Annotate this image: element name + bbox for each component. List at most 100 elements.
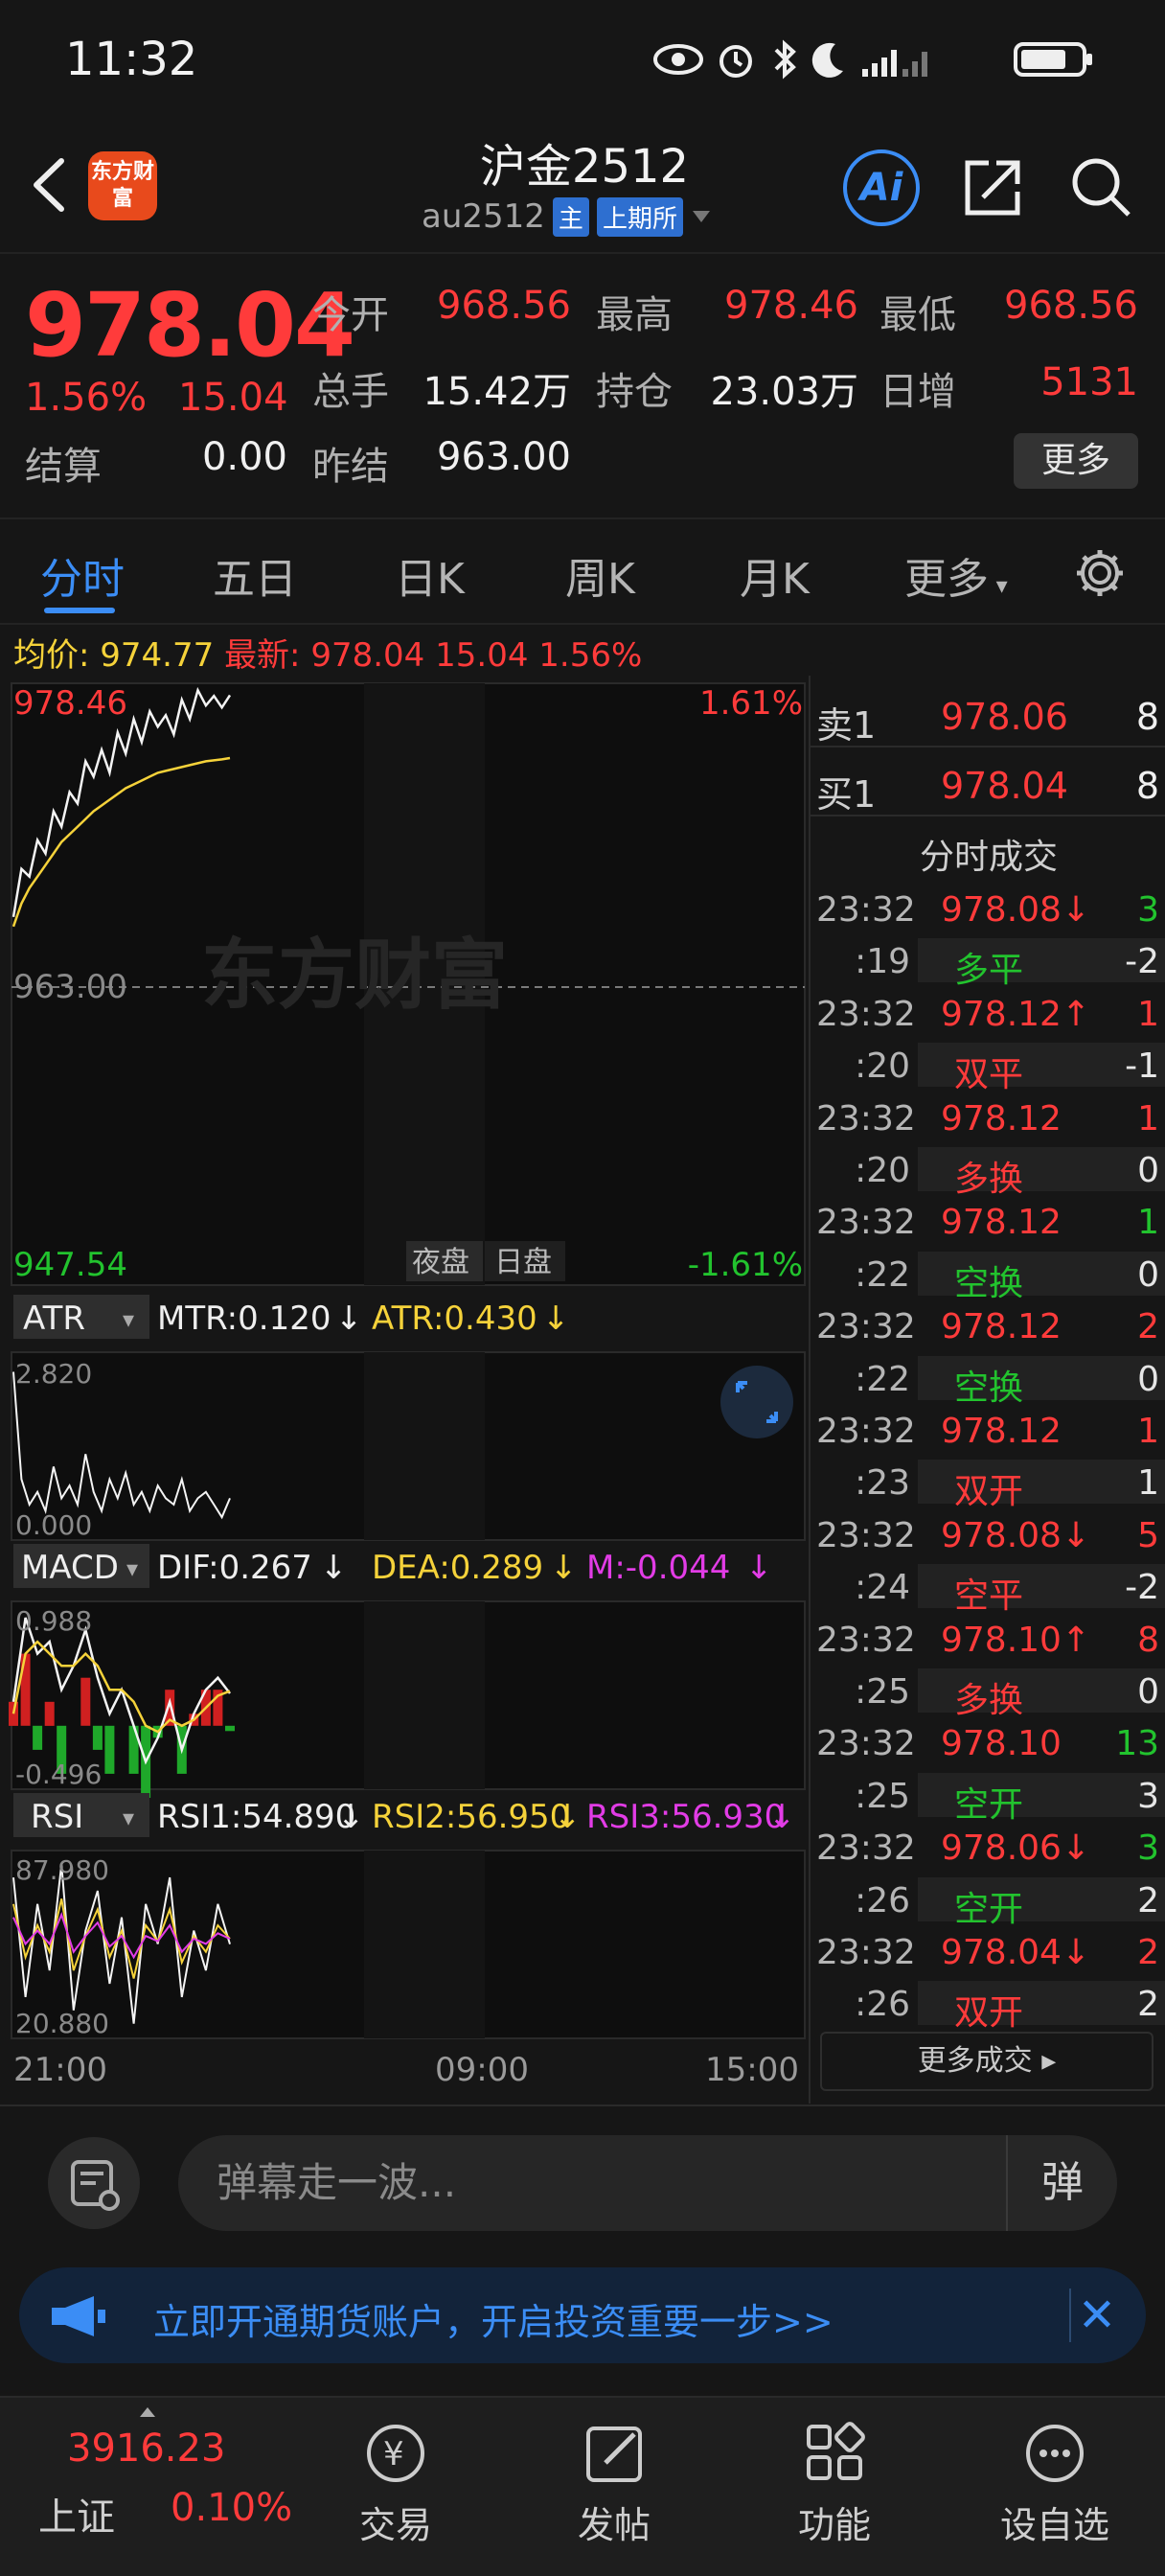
- trade-row: :25 空开 3: [811, 1769, 1165, 1825]
- high-label: 最高: [596, 293, 673, 337]
- avg-price-value: 974.77: [100, 636, 215, 675]
- trade-qty: 2: [1137, 1307, 1159, 1347]
- back-arrow-icon[interactable]: [23, 151, 80, 218]
- caret-down-icon: ▾: [989, 572, 1008, 599]
- nav-trade-label: 交易: [358, 2504, 432, 2546]
- trade-row: 23:32 978.10↑ 8: [811, 1613, 1165, 1665]
- trade-price: 978.06↓: [941, 1828, 1091, 1869]
- nav-add-watchlist[interactable]: 设自选: [983, 2415, 1127, 2548]
- open-value: 968.56: [437, 284, 571, 328]
- trade-row: 23:32 978.12 1: [811, 1195, 1165, 1247]
- danmu-input[interactable]: 弹幕走一波...: [178, 2135, 1117, 2231]
- trade-price: 多平: [954, 951, 1024, 991]
- trade-qty: 2: [1137, 1933, 1159, 1972]
- latest-label: 最新:: [224, 636, 301, 675]
- tab-intraday[interactable]: 分时: [40, 544, 125, 606]
- status-time: 11:32: [65, 33, 198, 86]
- arrow-down-icon: ↓: [335, 1300, 363, 1338]
- order-book-panel: 卖1 978.06 8 买1 978.04 8 分时成交 23:32 978.08…: [809, 676, 1165, 2104]
- megaphone-icon: [52, 2296, 105, 2336]
- index-change: 0.10%: [171, 2486, 293, 2530]
- trade-row: :24 空平 -2: [811, 1560, 1165, 1616]
- tab-more[interactable]: 更多 ▾: [904, 544, 1008, 606]
- danmu-toggle-button[interactable]: 弹: [1006, 2135, 1117, 2231]
- daily-increase-label: 日增: [879, 370, 956, 414]
- nav-functions[interactable]: 功能: [763, 2415, 906, 2548]
- tab-monthly-k[interactable]: 月K: [740, 544, 810, 606]
- main-tag: 主: [552, 196, 589, 237]
- caret-down-icon: [692, 211, 710, 222]
- trade-time: :23: [855, 1463, 910, 1504]
- trade-qty: 8: [1137, 1620, 1159, 1660]
- trade-price: 978.12: [941, 1098, 1062, 1138]
- more-trades-button[interactable]: 更多成交 ▸: [820, 2032, 1154, 2091]
- trade-qty: -1: [1125, 1046, 1159, 1087]
- macd-bar: [80, 1677, 91, 1726]
- volume-value: 15.42万: [423, 370, 571, 414]
- trade-time: 23:32: [816, 1307, 916, 1347]
- low-value: 968.56: [1004, 284, 1138, 328]
- avg-price-label: 均价:: [13, 636, 90, 675]
- rsi-bottom-label: 20.880: [15, 2008, 109, 2039]
- last-price: 978.04: [25, 274, 355, 377]
- ai-button[interactable]: Ai: [843, 150, 920, 226]
- close-icon[interactable]: ✕: [1069, 2288, 1123, 2342]
- trade-time: :20: [855, 1046, 910, 1087]
- trade-row: 23:32 978.12 1: [811, 1404, 1165, 1456]
- contract-subtitle[interactable]: au2512 主 上期所: [422, 196, 747, 238]
- nav-functions-label: 功能: [797, 2504, 871, 2546]
- trade-time: 23:32: [816, 994, 916, 1034]
- trade-price: 双平: [954, 1055, 1024, 1095]
- trades-title: 分时成交: [919, 838, 1058, 877]
- more-quote-button[interactable]: 更多: [1014, 433, 1138, 489]
- promo-banner[interactable]: 立即开通期货账户，开启投资重要一步>> ✕: [19, 2267, 1146, 2363]
- more-dots-icon: [1026, 2425, 1084, 2482]
- eye-icon: [653, 44, 703, 75]
- trade-row: :23 双开 1: [811, 1456, 1165, 1511]
- macd-name: MACD: [21, 1549, 119, 1587]
- tab-daily-k[interactable]: 日K: [395, 544, 465, 606]
- gear-icon[interactable]: [1071, 544, 1129, 602]
- macd-bar: [9, 1701, 18, 1726]
- x-tick-label: 15:00: [705, 2051, 799, 2089]
- search-icon[interactable]: [1067, 153, 1134, 220]
- trade-row: :22 空换 0: [811, 1248, 1165, 1303]
- trade-qty: 0: [1137, 1672, 1159, 1712]
- open-interest-value: 23.03万: [710, 370, 858, 414]
- nav-post[interactable]: 发帖: [542, 2415, 686, 2548]
- sell-1-price: 978.06: [941, 696, 1068, 738]
- macd-night-shade: [364, 1601, 485, 1789]
- active-tab-indicator: [44, 608, 115, 613]
- grid-icon: [807, 2422, 865, 2480]
- trade-time: :25: [855, 1776, 910, 1816]
- trade-row: 23:32 978.06↓ 3: [811, 1821, 1165, 1873]
- nav-trade[interactable]: ¥ 交易: [324, 2415, 468, 2548]
- alarm-icon: [720, 45, 752, 78]
- prev-settle-value: 963.00: [437, 435, 571, 479]
- macd-bar: [225, 1725, 235, 1732]
- tab-five-day[interactable]: 五日: [213, 544, 297, 606]
- arrow-down-icon: ↓: [768, 1798, 796, 1836]
- atr-night-shade: [364, 1352, 485, 1540]
- index-name: 上证: [38, 2496, 115, 2540]
- tab-weekly-k[interactable]: 周K: [565, 544, 635, 606]
- buy-1-row: 买1 978.04 8: [811, 749, 1165, 816]
- settle-value: 0.00: [201, 435, 287, 479]
- trade-qty: -2: [1125, 1568, 1159, 1608]
- price-top-label: 978.46: [13, 684, 127, 723]
- trade-qty: 1: [1137, 994, 1159, 1034]
- market-index-ticker[interactable]: 3916.23 上证 0.10%: [0, 2398, 297, 2576]
- comment-settings-button[interactable]: [48, 2137, 140, 2229]
- expand-chart-button[interactable]: [720, 1366, 793, 1438]
- trade-price: 双开: [954, 1472, 1024, 1512]
- pct-top-label: 1.61%: [699, 684, 803, 723]
- share-icon[interactable]: [960, 153, 1027, 220]
- trade-qty: 1: [1137, 1203, 1159, 1243]
- trade-qty: 1: [1137, 1098, 1159, 1138]
- chart-area[interactable]: 东方财富 978.46 963.00 947.54 1.61% -1.61% 夜…: [0, 676, 807, 2104]
- trade-price: 978.10↑: [941, 1620, 1091, 1660]
- macd-bar: [104, 1725, 115, 1774]
- caret-down-icon: ▾: [123, 1306, 134, 1333]
- trade-qty: 3: [1137, 1776, 1159, 1816]
- trade-icon: ¥: [367, 2425, 424, 2482]
